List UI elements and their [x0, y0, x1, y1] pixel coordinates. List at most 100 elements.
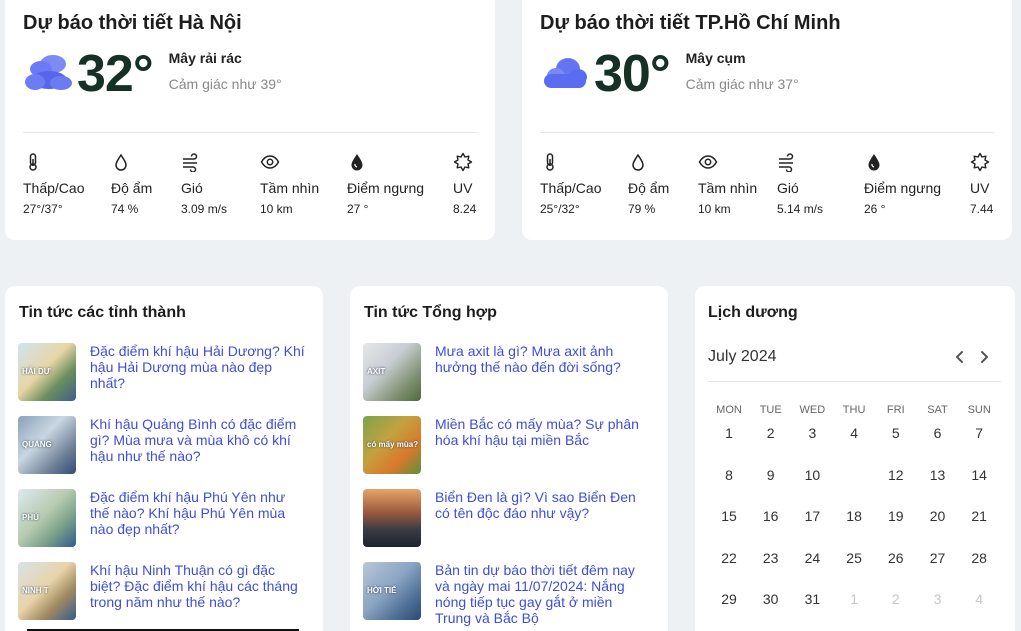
news-thumbnail[interactable]: AXIT	[363, 343, 421, 401]
sun-icon	[970, 152, 990, 172]
weather-condition: Mây cụm	[685, 50, 746, 66]
stat-value: 26 °	[864, 202, 886, 216]
thumbnail-caption: có mấy mùa?	[367, 440, 419, 449]
calendar-day[interactable]: 15	[708, 503, 750, 529]
wind-icon	[777, 152, 797, 173]
news-item[interactable]: có mấy mùa? Miền Bắc có mấy mùa? Sự phân …	[363, 416, 650, 474]
sun-icon	[453, 152, 473, 172]
weekday-label: TUE	[759, 404, 782, 416]
calendar-day[interactable]: 2	[750, 420, 792, 446]
news-thumbnail[interactable]: QUẢNG	[18, 416, 76, 474]
calendar-day[interactable]: 12	[875, 462, 917, 488]
news-link[interactable]: Đặc điểm khí hậu Hải Dương? Khí hậu Hải …	[90, 343, 305, 401]
calendar-day[interactable]: 16	[750, 503, 792, 529]
calendar-day[interactable]: 22	[708, 545, 750, 571]
news-link[interactable]: Đặc điểm khí hậu Phú Yên như thế nào? Kh…	[90, 489, 305, 547]
calendar-day[interactable]: 24	[791, 545, 833, 571]
calendar-card: Lịch dương July 2024 MON TUE WED THU FRI SAT S…	[695, 286, 1015, 631]
stat-label: Độ ẩm	[628, 180, 670, 196]
news-item[interactable]: HỜI TIẾ Bản tin dự báo thời tiết đêm nay …	[363, 562, 650, 626]
news-link[interactable]: Khí hậu Quảng Bình có đặc điểm gì? Mùa m…	[90, 416, 305, 474]
calendar-day[interactable]: 25	[833, 545, 875, 571]
stat-dew-point: Điểm ngưng 27 °	[347, 152, 424, 216]
stat-label: Thấp/Cao	[540, 180, 602, 196]
thumbnail-caption: QUẢNG	[22, 440, 52, 449]
stat-label: Độ ẩm	[111, 180, 153, 196]
calendar-day[interactable]: 29	[708, 586, 750, 612]
stat-value: 79 %	[628, 202, 656, 216]
news-thumbnail[interactable]: PHÚ	[18, 489, 76, 547]
stat-value: 74 %	[111, 202, 139, 216]
calendar-day[interactable]: 28	[958, 545, 1000, 571]
calendar-day[interactable]: 30	[750, 586, 792, 612]
calendar-day[interactable]: 2	[875, 586, 917, 612]
stat-label: UV	[453, 180, 473, 196]
chevron-right-icon[interactable]	[975, 348, 993, 366]
dew-point-icon	[864, 152, 884, 172]
weekday-label: FRI	[886, 404, 905, 416]
weather-title: Dự báo thời tiết Hà Nội	[23, 12, 242, 34]
calendar-day[interactable]: 10	[791, 462, 833, 488]
stat-humidity-drop: Độ ẩm 79 %	[628, 152, 669, 216]
weekday-label: SUN	[967, 404, 991, 416]
current-temperature: 32°	[77, 45, 154, 103]
calendar-day[interactable]: 17	[791, 503, 833, 529]
calendar-day[interactable]: 13	[917, 462, 959, 488]
news-thumbnail[interactable]	[363, 489, 421, 547]
calendar-day[interactable]: 8	[708, 462, 750, 488]
calendar-day[interactable]: 20	[917, 503, 959, 529]
chevron-left-icon[interactable]	[951, 348, 969, 366]
news-link[interactable]: Miền Bắc có mấy mùa? Sự phân hóa khí hậu…	[435, 416, 650, 474]
news-item[interactable]: Biển Đen là gì? Vì sao Biển Đen có tên đ…	[363, 489, 650, 547]
calendar-day[interactable]: 26	[875, 545, 917, 571]
stat-label: Thấp/Cao	[23, 180, 85, 196]
calendar-day[interactable]: 9	[750, 462, 792, 488]
news-link[interactable]: Mưa axit là gì? Mưa axit ảnh hưởng thế n…	[435, 343, 650, 401]
news-thumbnail[interactable]: HẢI DƯ	[18, 343, 76, 401]
feels-like: Cảm giác như 39°	[168, 76, 282, 92]
thermometer-icon	[540, 152, 560, 172]
news-item[interactable]: PHÚ Đặc điểm khí hậu Phú Yên như thế nào?…	[18, 489, 305, 547]
news-thumbnail[interactable]: NINH T	[18, 562, 76, 620]
calendar-day[interactable]: 21	[958, 503, 1000, 529]
divider	[540, 132, 994, 133]
news-link[interactable]: Biển Đen là gì? Vì sao Biển Đen có tên đ…	[435, 489, 650, 547]
calendar-day[interactable]: 6	[917, 420, 959, 446]
calendar-day-today[interactable]: 11	[833, 461, 875, 488]
calendar-day[interactable]: 4	[833, 420, 875, 446]
news-thumbnail[interactable]: có mấy mùa?	[363, 416, 421, 474]
eye-icon	[260, 152, 280, 172]
news-item[interactable]: HẢI DƯ Đặc điểm khí hậu Hải Dương? Khí hậ…	[18, 343, 305, 401]
calendar-day[interactable]: 18	[833, 503, 875, 529]
weekday-label: THU	[842, 404, 866, 416]
weekday-label: MON	[716, 404, 742, 416]
news-item[interactable]: NINH T Khí hậu Ninh Thuận có gì đặc biệt?…	[18, 562, 305, 620]
stat-thermometer: Thấp/Cao 27°/37°	[23, 152, 84, 216]
weather-condition: Mây rải rác	[168, 50, 242, 66]
stat-value: 27°/37°	[23, 202, 63, 216]
calendar-day[interactable]: 3	[791, 420, 833, 446]
stat-value: 10 km	[260, 202, 293, 216]
calendar-day[interactable]: 31	[791, 586, 833, 612]
calendar-day[interactable]: 5	[875, 420, 917, 446]
calendar-day[interactable]: 4	[958, 586, 1000, 612]
thumbnail-caption: HẢI DƯ	[22, 367, 51, 376]
calendar-day[interactable]: 1	[708, 420, 750, 446]
news-link[interactable]: Bản tin dự báo thời tiết đêm nay và ngày…	[435, 562, 650, 626]
calendar-day[interactable]: 23	[750, 545, 792, 571]
news-item[interactable]: QUẢNG Khí hậu Quảng Bình có đặc điểm gì? …	[18, 416, 305, 474]
calendar-day[interactable]: 3	[917, 586, 959, 612]
calendar-day[interactable]: 1	[833, 586, 875, 612]
thumbnail-caption: AXIT	[367, 367, 386, 376]
section-title: Tin tức các tỉnh thành	[19, 304, 186, 321]
news-item[interactable]: AXIT Mưa axit là gì? Mưa axit ảnh hưởng t…	[363, 343, 650, 401]
calendar-day[interactable]: 19	[875, 503, 917, 529]
general-news-card: Tin tức Tổng hợp AXIT Mưa axit là gì? Mưa…	[350, 286, 668, 631]
calendar-day[interactable]: 27	[917, 545, 959, 571]
news-link[interactable]: Khí hậu Ninh Thuận có gì đặc biệt? Đặc đ…	[90, 562, 305, 620]
news-thumbnail[interactable]: HỜI TIẾ	[363, 562, 421, 620]
divider	[708, 381, 1001, 382]
calendar-day[interactable]: 7	[958, 420, 1000, 446]
calendar-day[interactable]: 14	[958, 462, 1000, 488]
stat-eye: Tầm nhìn 10 km	[698, 152, 757, 216]
